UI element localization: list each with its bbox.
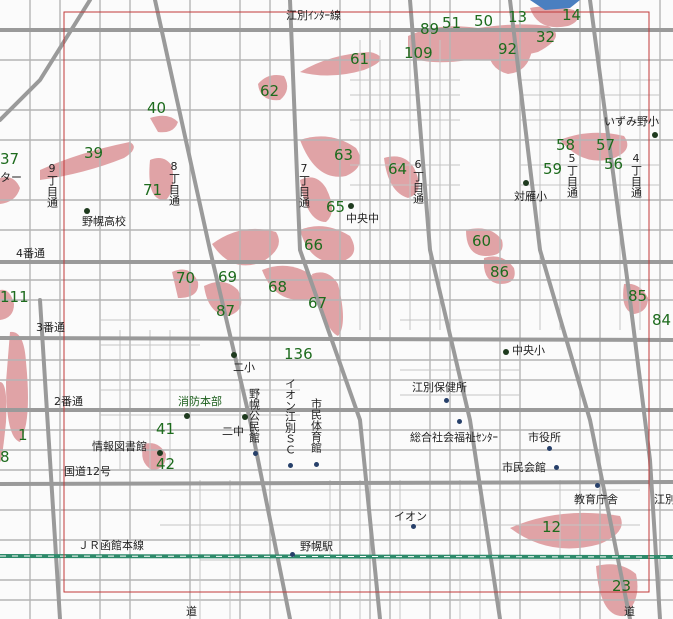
school-dot[interactable] — [523, 180, 529, 186]
place-taihei-elem[interactable]: 対雁小 — [514, 191, 547, 202]
zone-number[interactable]: 67 — [308, 296, 327, 311]
zone-number[interactable]: 12 — [542, 520, 561, 535]
place-civic-hall[interactable]: 市民会館 — [502, 462, 546, 473]
place-nopporo-station[interactable]: 野幌駅 — [300, 541, 333, 552]
zone-number[interactable]: 84 — [652, 313, 671, 328]
zone-number[interactable]: 92 — [498, 42, 517, 57]
zone-number[interactable]: 60 — [472, 234, 491, 249]
zone-number[interactable]: 109 — [404, 46, 433, 61]
zone-number[interactable]: 51 — [442, 16, 461, 31]
zone-number[interactable]: 85 — [628, 289, 647, 304]
road-label-4: 4番通 — [16, 247, 45, 260]
railway — [0, 554, 673, 559]
place-nopporo-hall[interactable]: 野幌公民館 — [248, 388, 261, 443]
avenue-label-4: 4丁目通 — [629, 152, 643, 198]
zone-number[interactable]: 37 — [0, 152, 19, 167]
zone-number[interactable]: 42 — [156, 457, 175, 472]
zone-number[interactable]: 111 — [0, 290, 29, 305]
zone-number[interactable]: 69 — [218, 270, 237, 285]
road-label-top: 江別ｲﾝﾀｰ線 — [286, 9, 341, 22]
zone-number[interactable]: 8 — [0, 450, 10, 465]
road-label-3: 3番通 — [36, 321, 65, 334]
school-dot[interactable] — [231, 352, 237, 358]
zone-number[interactable]: 66 — [304, 238, 323, 253]
zone-number[interactable]: 14 — [562, 8, 581, 23]
road-label-2: 2番通 — [54, 395, 83, 408]
zone-number[interactable]: 64 — [388, 162, 407, 177]
place-education-office[interactable]: 教育庁舎 — [574, 494, 618, 505]
place-bottom-right: 道 — [624, 605, 635, 618]
facility-dot[interactable] — [457, 419, 462, 424]
zone-number[interactable]: 71 — [143, 183, 162, 198]
place-ni-elem[interactable]: 二小 — [233, 362, 255, 373]
zone-number[interactable]: 87 — [216, 304, 235, 319]
zone-number[interactable]: 50 — [474, 14, 493, 29]
road-label-jr: ＪＲ函館本線 — [78, 539, 144, 552]
place-ebetsu-right: 江別 — [654, 493, 673, 506]
facility-dot[interactable] — [184, 413, 190, 419]
place-nopporo-high[interactable]: 野幌高校 — [82, 216, 126, 227]
zone-number[interactable]: 58 — [556, 138, 575, 153]
station-dot[interactable] — [290, 552, 295, 557]
facility-dot[interactable] — [288, 463, 293, 468]
zone-number[interactable]: 62 — [260, 84, 279, 99]
place-chuo-jr-high[interactable]: 中央中 — [346, 213, 379, 224]
zone-number[interactable]: 59 — [543, 162, 562, 177]
facility-dot[interactable] — [554, 465, 559, 470]
place-health-center[interactable]: 江別保健所 — [412, 382, 467, 393]
school-dot[interactable] — [84, 208, 90, 214]
zone-number[interactable]: 86 — [490, 265, 509, 280]
avenue-label-5: 5丁目通 — [565, 152, 579, 198]
zone-number[interactable]: 1 — [18, 428, 28, 443]
avenue-label-8: 8丁目通 — [167, 160, 181, 206]
school-dot[interactable] — [348, 203, 354, 209]
place-info-library[interactable]: 情報図書館 — [92, 441, 147, 452]
facility-dot[interactable] — [595, 483, 600, 488]
place-city-hall[interactable]: 市役所 — [528, 432, 561, 443]
place-city-gym[interactable]: 市民体育館 — [310, 398, 323, 453]
place-aeon[interactable]: イオン — [394, 511, 427, 522]
avenue-label-9: 9丁目通 — [45, 162, 59, 208]
zone-number[interactable]: 23 — [612, 579, 631, 594]
zone-number[interactable]: 41 — [156, 422, 175, 437]
facility-dot[interactable] — [411, 524, 416, 529]
place-ni-jr-high[interactable]: 二中 — [222, 426, 244, 437]
zone-number[interactable]: 40 — [147, 101, 166, 116]
zone-number[interactable]: 65 — [326, 200, 345, 215]
facility-dot[interactable] — [253, 451, 258, 456]
place-welfare-center[interactable]: 総合社会福祉ｾﾝﾀｰ — [410, 432, 498, 443]
zone-number[interactable]: 68 — [268, 280, 287, 295]
place-chuo-elem[interactable]: 中央小 — [512, 345, 545, 356]
zone-number[interactable]: 39 — [84, 146, 103, 161]
zone-number[interactable]: 57 — [596, 138, 615, 153]
zone-number[interactable]: 89 — [420, 22, 439, 37]
avenue-label-6: 6丁目通 — [411, 158, 425, 204]
zone-number[interactable]: 32 — [536, 30, 555, 45]
road-label-route12: 国道12号 — [64, 465, 111, 478]
road-label-left: ター — [0, 171, 22, 184]
zone-number[interactable]: 56 — [604, 157, 623, 172]
place-fire-branch[interactable]: 消防本部 — [178, 396, 222, 407]
flood-hazard-map[interactable]: 江別ｲﾝﾀｰ線 4番通 3番通 2番通 国道12号 ＪＲ函館本線 ター 9丁目通… — [0, 0, 673, 619]
place-bottom-left: 道 — [186, 605, 197, 618]
zone-number[interactable]: 136 — [284, 347, 313, 362]
school-dot[interactable] — [652, 132, 658, 138]
place-izumino-elem[interactable]: いずみ野小 — [604, 116, 659, 127]
facility-dot[interactable] — [547, 446, 552, 451]
place-aeon-sc[interactable]: イオン江別ＳＣ — [284, 378, 297, 455]
map-canvas — [0, 0, 673, 619]
zone-number[interactable]: 63 — [334, 148, 353, 163]
facility-dot[interactable] — [444, 398, 449, 403]
school-dot[interactable] — [503, 349, 509, 355]
facility-dot[interactable] — [314, 462, 319, 467]
zone-number[interactable]: 61 — [350, 52, 369, 67]
zone-number[interactable]: 70 — [176, 271, 195, 286]
avenue-label-7: 7丁目通 — [297, 162, 311, 208]
zone-number[interactable]: 13 — [508, 10, 527, 25]
